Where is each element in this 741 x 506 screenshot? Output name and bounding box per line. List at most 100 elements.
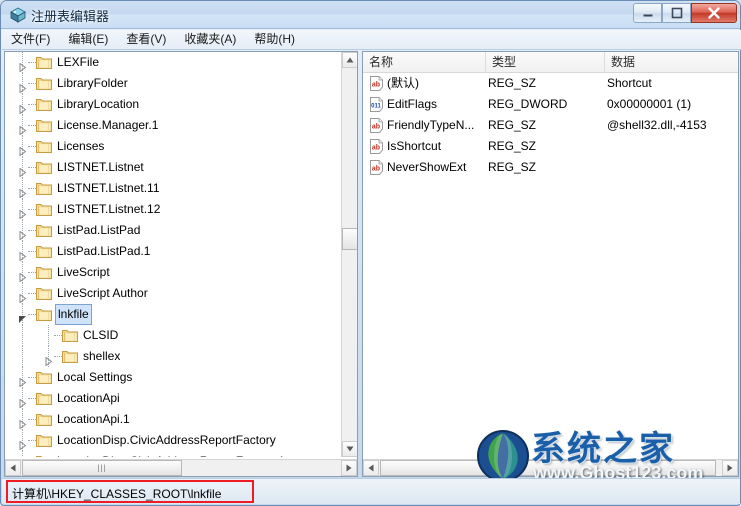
- svg-text:ab: ab: [372, 124, 380, 131]
- value-row[interactable]: ab IsShortcut REG_SZ: [363, 136, 738, 157]
- tree-item-local-settings[interactable]: Local Settings: [5, 367, 342, 388]
- content-area: LEXFile LibraryFolder LibraryLocation Licen…: [4, 51, 739, 477]
- collapse-arrow-icon[interactable]: [18, 142, 27, 157]
- close-button[interactable]: [691, 3, 737, 23]
- registry-tree[interactable]: LEXFile LibraryFolder LibraryLocation Licen…: [5, 52, 342, 457]
- collapse-arrow-icon[interactable]: [18, 268, 27, 283]
- collapse-arrow-icon[interactable]: [18, 121, 27, 136]
- tree-connector: [28, 188, 36, 189]
- tree-item-shellex[interactable]: shellex: [5, 346, 342, 367]
- tree-item-locationapi-1[interactable]: LocationApi.1: [5, 409, 342, 430]
- tree-item-label: LocationDisp.CivicAddressReportFactory.1: [55, 451, 287, 457]
- collapse-arrow-icon[interactable]: [18, 58, 27, 73]
- collapsed-arrow-icon: [19, 188, 27, 199]
- list-scroll-right-button[interactable]: [722, 460, 738, 476]
- collapse-arrow-icon[interactable]: [18, 79, 27, 94]
- tree-item-locationdisp-civicaddressreportfactory[interactable]: LocationDisp.CivicAddressReportFactory: [5, 430, 342, 451]
- tree-item-listnet-listnet[interactable]: LISTNET.Listnet: [5, 157, 342, 178]
- collapse-arrow-icon[interactable]: [44, 352, 53, 367]
- collapse-arrow-icon[interactable]: [18, 205, 27, 220]
- value-type: REG_DWORD: [488, 97, 568, 111]
- tree-scroll-up-button[interactable]: [342, 52, 357, 68]
- string-value-icon: ab: [370, 76, 383, 91]
- value-row[interactable]: 011 EditFlags REG_DWORD 0x00000001 (1): [363, 94, 738, 115]
- collapse-arrow-icon[interactable]: [18, 289, 27, 304]
- tree-item-license-manager-1[interactable]: License.Manager.1: [5, 115, 342, 136]
- tree-connector: [28, 83, 36, 84]
- menu-help[interactable]: 帮助(H): [245, 30, 304, 50]
- column-header-data[interactable]: 数据: [605, 52, 738, 72]
- tree-scroll-right-button[interactable]: [341, 460, 357, 476]
- value-type: REG_SZ: [488, 160, 537, 174]
- chevron-left-icon: [10, 464, 16, 472]
- tree-hscroll-thumb[interactable]: |||: [22, 460, 182, 476]
- list-hscroll-thumb[interactable]: [380, 460, 716, 476]
- value-row[interactable]: ab NeverShowExt REG_SZ: [363, 157, 738, 178]
- tree-connector: [54, 335, 62, 336]
- list-horizontal-scrollbar[interactable]: [363, 459, 738, 476]
- collapsed-arrow-icon: [19, 293, 27, 304]
- tree-scroll-left-button[interactable]: [5, 460, 21, 476]
- collapse-arrow-icon[interactable]: [18, 436, 27, 451]
- tree-scroll-thumb[interactable]: [342, 228, 357, 250]
- collapse-arrow-icon[interactable]: [18, 247, 27, 262]
- tree-item-livescript[interactable]: LiveScript: [5, 262, 342, 283]
- expand-arrow-icon[interactable]: [18, 310, 27, 323]
- tree-connector: [28, 251, 36, 252]
- folder-icon: [36, 76, 52, 90]
- registry-tree-pane[interactable]: LEXFile LibraryFolder LibraryLocation Licen…: [4, 51, 358, 477]
- tree-item-clsid[interactable]: CLSID: [5, 325, 342, 346]
- tree-item-livescript-author[interactable]: LiveScript Author: [5, 283, 342, 304]
- list-scroll-left-button[interactable]: [363, 460, 379, 476]
- tree-horizontal-scrollbar[interactable]: |||: [5, 459, 357, 476]
- value-name: FriendlyTypeN...: [387, 118, 475, 132]
- column-header-type[interactable]: 类型: [486, 52, 605, 72]
- collapse-arrow-icon[interactable]: [18, 226, 27, 241]
- tree-scroll-down-button[interactable]: [342, 441, 357, 457]
- tree-vertical-scrollbar[interactable]: [341, 52, 357, 457]
- chevron-left-icon: [368, 464, 374, 472]
- value-data: Shortcut: [607, 76, 652, 90]
- collapse-arrow-icon[interactable]: [18, 163, 27, 178]
- menu-edit[interactable]: 编辑(E): [59, 30, 117, 50]
- tree-item-label: LISTNET.Listnet.12: [57, 202, 161, 216]
- tree-item-listpad-listpad[interactable]: ListPad.ListPad: [5, 220, 342, 241]
- chevron-right-icon: [346, 464, 352, 472]
- tree-item-librarylocation[interactable]: LibraryLocation: [5, 94, 342, 115]
- values-list[interactable]: ab (默认) REG_SZ Shortcut 011 EditFlags REG_DWOR…: [363, 73, 738, 178]
- value-row[interactable]: ab FriendlyTypeN... REG_SZ @shell32.dll,-41…: [363, 115, 738, 136]
- registry-values-pane[interactable]: 名称 类型 数据 ab (默认) REG_SZ Shortcut 011 EditFlag…: [362, 51, 739, 477]
- tree-item-locationapi[interactable]: LocationApi: [5, 388, 342, 409]
- string-value-icon: ab: [369, 139, 384, 154]
- collapse-arrow-icon[interactable]: [18, 394, 27, 409]
- scroll-grip-icon: |||: [97, 463, 107, 473]
- string-value-icon: ab: [370, 139, 383, 154]
- menu-file[interactable]: 文件(F): [2, 30, 59, 50]
- tree-item-listnet-listnet-12[interactable]: LISTNET.Listnet.12: [5, 199, 342, 220]
- registry-editor-icon: [9, 6, 27, 24]
- tree-item-locationdisp-civicaddressreportfactory-1[interactable]: LocationDisp.CivicAddressReportFactory.1: [5, 451, 342, 457]
- tree-item-licenses[interactable]: Licenses: [5, 136, 342, 157]
- tree-item-listnet-listnet-11[interactable]: LISTNET.Listnet.11: [5, 178, 342, 199]
- collapse-arrow-icon[interactable]: [18, 184, 27, 199]
- maximize-button[interactable]: [662, 3, 691, 23]
- tree-item-lnkfile[interactable]: lnkfile: [5, 304, 342, 325]
- tree-item-libraryfolder[interactable]: LibraryFolder: [5, 73, 342, 94]
- tree-item-label: Local Settings: [57, 370, 133, 384]
- collapse-arrow-icon[interactable]: [18, 373, 27, 388]
- tree-item-lexfile[interactable]: LEXFile: [5, 52, 342, 73]
- dword-value-icon: 011: [370, 97, 383, 112]
- tree-connector: [28, 230, 36, 231]
- menu-favorites[interactable]: 收藏夹(A): [175, 30, 245, 50]
- tree-item-listpad-listpad-1[interactable]: ListPad.ListPad.1: [5, 241, 342, 262]
- tree-connector: [28, 62, 36, 63]
- title-bar[interactable]: 注册表编辑器: [1, 1, 740, 29]
- tree-item-label: ListPad.ListPad.1: [57, 244, 151, 258]
- collapse-arrow-icon[interactable]: [18, 415, 27, 430]
- menu-view[interactable]: 查看(V): [117, 30, 175, 50]
- value-type: REG_SZ: [488, 139, 537, 153]
- column-header-name[interactable]: 名称: [363, 52, 486, 72]
- value-row[interactable]: ab (默认) REG_SZ Shortcut: [363, 73, 738, 94]
- minimize-button[interactable]: [633, 3, 662, 23]
- collapse-arrow-icon[interactable]: [18, 100, 27, 115]
